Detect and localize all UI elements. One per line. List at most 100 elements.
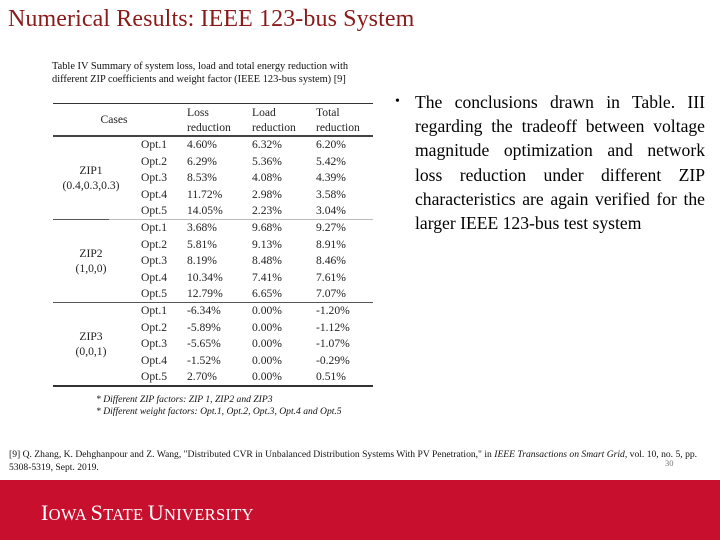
cell-load-reduction: 2.98% [252, 187, 282, 201]
logo-letter: S [90, 500, 104, 525]
table-row: Opt.4 10.34% 7.41% 7.61% [53, 270, 373, 286]
cell-loss-reduction: 5.81% [187, 237, 217, 251]
cell-option: Opt.1 [141, 138, 168, 151]
cell-load-reduction: 8.48% [252, 254, 282, 268]
cell-option: Opt.2 [141, 154, 168, 168]
header-loss-reduction: Loss reduction [187, 105, 231, 135]
logo-text: OWA [48, 505, 91, 524]
header-load-line2: reduction [252, 121, 296, 134]
table-row: Opt.2 -5.89% 0.00% -1.12% [53, 320, 373, 336]
cell-loss-reduction: 4.60% [187, 138, 217, 151]
table-group-zip2: ZIP2 (1,0,0) Opt.1 3.68% 9.68% 9.27% Opt.2 5.81… [53, 220, 373, 303]
cell-load-reduction: 7.41% [252, 270, 282, 284]
logo-text: TATE [103, 505, 148, 524]
table-row: Opt.5 12.79% 6.65% 7.07% [53, 286, 373, 302]
table-row: Opt.1 3.68% 9.68% 9.27% [53, 220, 373, 236]
logo-text: NIVERSITY [164, 505, 254, 524]
cell-option: Opt.1 [141, 221, 168, 234]
table-row: Opt.1 -6.34% 0.00% -1.20% [53, 303, 373, 319]
table-row: Opt.5 2.70% 0.00% 0.51% [53, 369, 373, 385]
cell-loss-reduction: -5.65% [187, 337, 221, 351]
table-row: Opt.2 6.29% 5.36% 5.42% [53, 154, 373, 170]
table-row: Opt.3 8.53% 4.08% 4.39% [53, 170, 373, 186]
cell-loss-reduction: 12.79% [187, 287, 223, 301]
university-logo: IOWA STATE UNIVERSITY [41, 500, 254, 526]
header-load-line1: Load [252, 106, 276, 119]
cell-total-reduction: 5.42% [316, 154, 346, 168]
cell-total-reduction: -1.20% [316, 304, 350, 317]
table-group-zip3: ZIP3 (0,0,1) Opt.1 -6.34% 0.00% -1.20% Opt.2 -5… [53, 303, 373, 386]
cell-option: Opt.3 [141, 254, 168, 268]
reference-journal: IEEE Transactions on Smart Grid [494, 449, 625, 460]
cell-load-reduction: 5.36% [252, 154, 282, 168]
cell-load-reduction: 9.13% [252, 237, 282, 251]
table-caption: Table IV Summary of system loss, load an… [52, 61, 349, 85]
cell-option: Opt.5 [141, 204, 168, 218]
cell-total-reduction: 3.58% [316, 187, 346, 201]
cell-load-reduction: 0.00% [252, 320, 282, 334]
reference-citation: [9] Q. Zhang, K. Dehghanpour and Z. Wang… [9, 448, 699, 474]
header-total-line2: reduction [316, 121, 360, 134]
reference-prefix: [9] Q. Zhang, K. Dehghanpour and Z. Wang… [9, 449, 495, 460]
cell-total-reduction: 7.61% [316, 270, 346, 284]
cell-loss-reduction: 8.53% [187, 171, 217, 185]
table-group-zip1: ZIP1 (0.4,0.3,0.3) Opt.1 4.60% 6.32% 6.20% Opt… [53, 137, 373, 220]
cell-load-reduction: 0.00% [252, 370, 282, 384]
cell-load-reduction: 9.68% [252, 221, 282, 234]
cell-total-reduction: -1.07% [316, 337, 350, 351]
header-loss-line2: reduction [187, 121, 231, 134]
cell-option: Opt.5 [141, 370, 168, 384]
cell-option: Opt.3 [141, 171, 168, 185]
cell-total-reduction: 8.46% [316, 254, 346, 268]
cell-load-reduction: 0.00% [252, 353, 282, 367]
cell-total-reduction: 0.51% [316, 370, 346, 384]
logo-letter: U [147, 500, 165, 525]
bullet-icon: • [395, 94, 400, 109]
table-footnotes: * Different ZIP factors: ZIP 1, ZIP2 and… [96, 394, 366, 418]
table-row: Opt.3 -5.65% 0.00% -1.07% [53, 336, 373, 352]
cell-total-reduction: -1.12% [316, 320, 350, 334]
cell-total-reduction: 4.39% [316, 171, 346, 185]
table-row: Opt.5 14.05% 2.23% 3.04% [53, 203, 373, 219]
header-total-line1: Total [316, 106, 340, 119]
cell-total-reduction: 8.91% [316, 237, 346, 251]
cell-loss-reduction: 2.70% [187, 370, 217, 384]
cell-option: Opt.4 [141, 270, 168, 284]
cell-option: Opt.3 [141, 337, 168, 351]
header-load-reduction: Load reduction [252, 105, 296, 135]
cell-loss-reduction: 11.72% [187, 187, 223, 201]
cell-load-reduction: 0.00% [252, 304, 282, 317]
table-row: Opt.4 -1.52% 0.00% -0.29% [53, 353, 373, 369]
logo-letter: I [41, 500, 49, 525]
cell-option: Opt.5 [141, 287, 168, 301]
header-loss-line1: Loss [187, 106, 209, 119]
table-row: Opt.4 11.72% 2.98% 3.58% [53, 187, 373, 203]
cell-total-reduction: 6.20% [316, 138, 346, 151]
header-total-reduction: Total reduction [316, 105, 360, 135]
footnote-weight: * Different weight factors: Opt.1, Opt.2… [96, 406, 342, 417]
cell-load-reduction: 4.08% [252, 171, 282, 185]
cell-total-reduction: 9.27% [316, 221, 346, 234]
header-cases: Cases [100, 113, 128, 126]
table-row: Opt.3 8.19% 8.48% 8.46% [53, 253, 373, 269]
page-number: 30 [665, 458, 674, 468]
cell-loss-reduction: 8.19% [187, 254, 217, 268]
bullet-text: The conclusions drawn in Table. III rega… [415, 92, 705, 234]
cell-total-reduction: -0.29% [316, 353, 350, 367]
cell-total-reduction: 3.04% [316, 204, 346, 218]
cell-option: Opt.2 [141, 320, 168, 334]
cell-loss-reduction: 3.68% [187, 221, 217, 234]
cell-load-reduction: 6.65% [252, 287, 282, 301]
cell-option: Opt.4 [141, 187, 168, 201]
slide-title: Numerical Results: IEEE 123-bus System [8, 6, 415, 32]
cell-option: Opt.4 [141, 353, 168, 367]
cell-option: Opt.2 [141, 237, 168, 251]
cell-loss-reduction: -5.89% [187, 320, 221, 334]
cell-loss-reduction: 6.29% [187, 154, 217, 168]
cell-loss-reduction: -6.34% [187, 304, 221, 317]
cell-load-reduction: 0.00% [252, 337, 282, 351]
cell-loss-reduction: 14.05% [187, 204, 223, 218]
cell-load-reduction: 2.23% [252, 204, 282, 218]
cell-loss-reduction: 10.34% [187, 270, 223, 284]
table-row: Opt.1 4.60% 6.32% 6.20% [53, 137, 373, 153]
